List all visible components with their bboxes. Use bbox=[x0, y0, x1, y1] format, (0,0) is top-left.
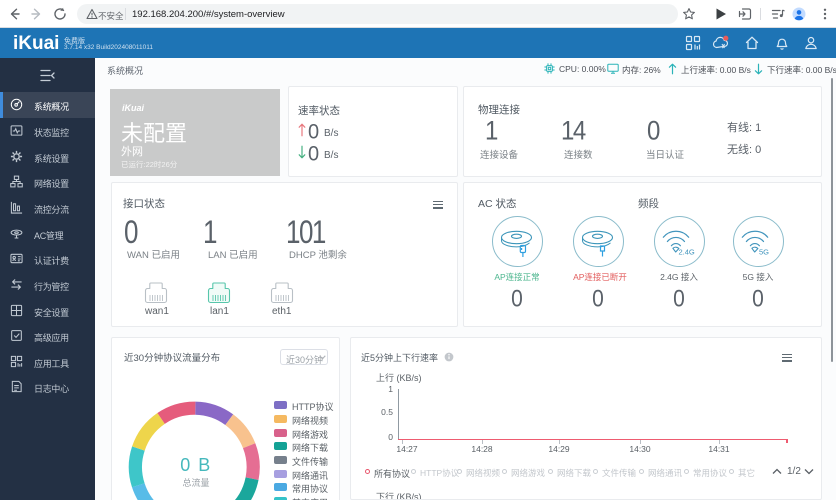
svg-text:5G: 5G bbox=[759, 248, 769, 257]
svg-text:2.4G: 2.4G bbox=[679, 248, 695, 257]
